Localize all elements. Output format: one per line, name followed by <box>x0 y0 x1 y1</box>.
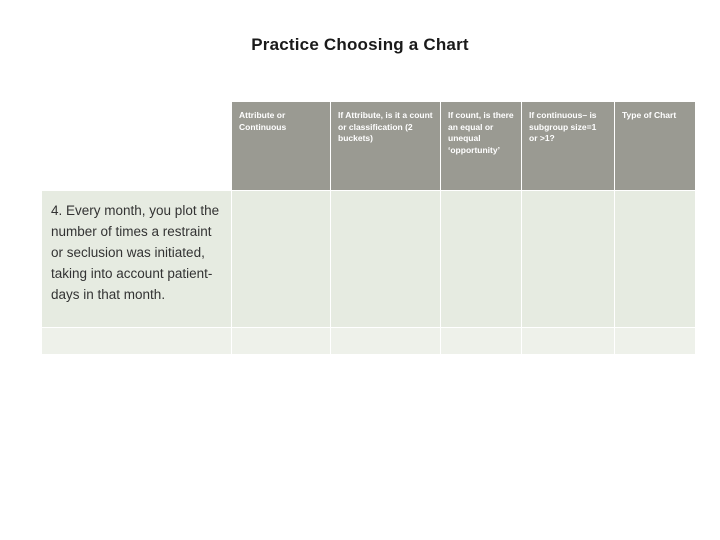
answer-cell-subgroup-size[interactable] <box>521 190 615 328</box>
spacer-cell-1 <box>41 327 232 355</box>
table-header-cell-blank <box>41 101 232 191</box>
spacer-cell-3 <box>330 327 441 355</box>
spacer-cell-5 <box>521 327 615 355</box>
table-header-cell-count-or-classification: If Attribute, is it a count or classific… <box>330 101 441 191</box>
chart-selection-table: Attribute or Continuous If Attribute, is… <box>41 101 696 355</box>
answer-cell-equal-or-unequal-opportunity[interactable] <box>440 190 522 328</box>
table-header-cell-attribute-or-continuous: Attribute or Continuous <box>231 101 331 191</box>
answer-cell-count-or-classification[interactable] <box>330 190 441 328</box>
table-header-cell-type-of-chart: Type of Chart <box>614 101 696 191</box>
table-header-cell-equal-or-unequal-opportunity: If count, is there an equal or unequal ‘… <box>440 101 522 191</box>
table-header-cell-subgroup-size: If continuous– is subgroup size=1 or >1? <box>521 101 615 191</box>
spacer-cell-4 <box>440 327 522 355</box>
spacer-cell-6 <box>614 327 696 355</box>
answer-cell-attribute-or-continuous[interactable] <box>231 190 331 328</box>
page-title: Practice Choosing a Chart <box>251 35 469 54</box>
slide: Practice Choosing a Chart Attribute or C… <box>0 0 720 540</box>
table-spacer-row <box>41 327 696 355</box>
spacer-cell-2 <box>231 327 331 355</box>
question-cell: 4. Every month, you plot the number of t… <box>41 190 232 328</box>
table-row: 4. Every month, you plot the number of t… <box>41 190 696 328</box>
table-header-row: Attribute or Continuous If Attribute, is… <box>41 101 696 191</box>
answer-cell-type-of-chart[interactable] <box>614 190 696 328</box>
